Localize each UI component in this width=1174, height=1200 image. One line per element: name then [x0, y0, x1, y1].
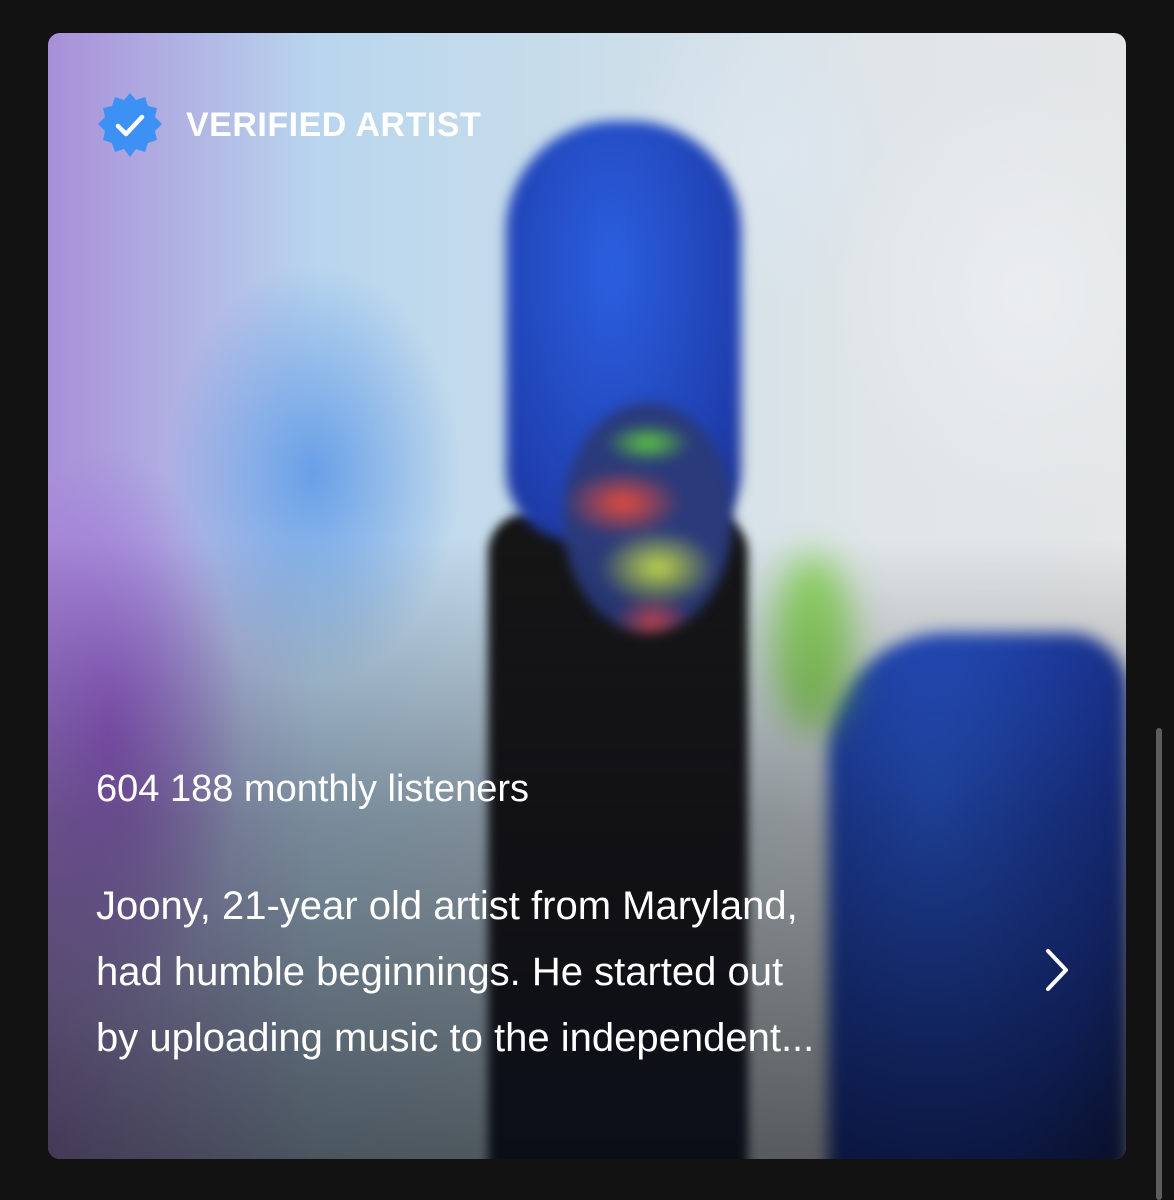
bio-line: by uploading music to the independent... — [96, 1016, 815, 1060]
verified-artist-label: VERIFIED ARTIST — [186, 105, 482, 144]
monthly-listeners: 604 188 monthly listeners — [96, 768, 530, 810]
bio-line: had humble beginnings. He started out — [96, 950, 784, 994]
chevron-right-icon[interactable] — [1038, 945, 1078, 995]
scrollbar-thumb[interactable] — [1156, 728, 1162, 1200]
verified-check-icon — [98, 93, 162, 157]
bio-line: Joony, 21-year old artist from Maryland, — [96, 884, 798, 928]
artist-bio: Joony, 21-year old artist from Maryland,… — [96, 873, 996, 1071]
verified-badge: VERIFIED ARTIST — [96, 91, 481, 159]
artist-about-card[interactable]: VERIFIED ARTIST 604 188 monthly listener… — [48, 33, 1126, 1159]
